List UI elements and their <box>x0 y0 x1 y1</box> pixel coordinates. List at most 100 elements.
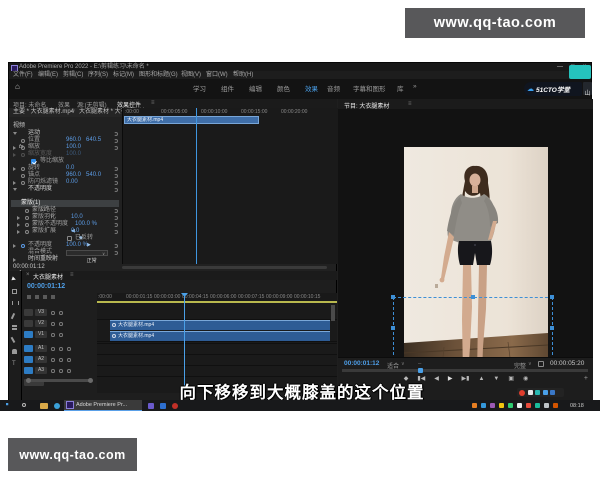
ec-playhead[interactable] <box>196 108 197 264</box>
workspace-tab-audio[interactable]: 音频 <box>327 83 340 93</box>
ec-row-opacity[interactable]: 不透明度 100.0 % <box>9 242 121 249</box>
tray-icon[interactable] <box>517 403 522 408</box>
ec-row-rotation[interactable]: 旋转 0.0 <box>9 165 121 172</box>
source-patch[interactable] <box>24 309 33 316</box>
ec-row-anchor[interactable]: 锚点 960.0 540.0 <box>9 172 121 179</box>
ec-row-scale[interactable]: 缩放 100.0 <box>9 144 121 151</box>
source-patch-active[interactable] <box>24 331 33 338</box>
timeline-hscrollbar[interactable] <box>28 379 90 382</box>
mask-handle-tl[interactable] <box>391 295 395 299</box>
reset-icon[interactable] <box>114 223 118 227</box>
selection-tool[interactable] <box>11 276 16 281</box>
reset-icon[interactable] <box>114 188 118 192</box>
mic-icon[interactable] <box>67 358 71 362</box>
snap-icon[interactable] <box>27 295 31 299</box>
toggle-track-lock-icon[interactable] <box>59 333 63 337</box>
ec-timecode[interactable]: 00:00:01:12 <box>13 264 45 270</box>
taskbar-app-icon-purple[interactable] <box>148 403 154 409</box>
source-patch-active[interactable] <box>24 345 33 352</box>
solo-track-icon[interactable] <box>59 358 63 362</box>
menu-clip[interactable]: 剪辑(C) <box>63 71 83 79</box>
panel-menu-icon[interactable]: ≡ <box>408 101 412 107</box>
ec-row-uniform-scale[interactable]: 等比缩放 <box>9 158 121 165</box>
track-label[interactable]: A1 <box>35 345 47 352</box>
workspace-tab-learning[interactable]: 学习 <box>193 83 206 93</box>
mute-track-icon[interactable] <box>51 347 55 351</box>
export-frame-icon[interactable]: ▣ <box>508 375 514 385</box>
mute-track-icon[interactable] <box>51 358 55 362</box>
ec-row-mask-opacity[interactable]: 蒙版不透明度 100.0 % <box>9 221 121 228</box>
solo-track-icon[interactable] <box>59 369 63 373</box>
step-back-icon[interactable]: ◀ <box>434 375 439 385</box>
ec-clip-bar[interactable]: 大衣腿素材.mp4 <box>124 116 259 124</box>
reset-icon[interactable] <box>114 174 118 178</box>
tab-close-icon[interactable]: × <box>26 272 30 278</box>
title-bar[interactable]: Adobe Premiere Pro 2022 - E:\剪辑练习\未命名 * … <box>9 63 591 71</box>
ec-row-mask1[interactable]: 蒙版(1) <box>9 200 121 207</box>
workspace-tab-effects-active[interactable]: 效果 <box>305 83 318 93</box>
panel-menu-icon[interactable]: ≡ <box>151 100 155 106</box>
ec-mini-timeline[interactable] <box>122 108 338 264</box>
reset-icon[interactable] <box>114 181 118 185</box>
mute-track-icon[interactable] <box>51 369 55 373</box>
menu-help[interactable]: 帮助(H) <box>233 71 253 79</box>
taskbar-app-premiere[interactable]: Adobe Premiere Pr... <box>64 400 142 411</box>
mask-handle-tr[interactable] <box>550 295 554 299</box>
timeline-settings-icon[interactable] <box>51 295 55 299</box>
mic-icon[interactable] <box>67 369 71 373</box>
extract-icon[interactable]: ▼ <box>493 375 499 385</box>
capture-upload-icon[interactable] <box>550 390 555 395</box>
reset-icon[interactable] <box>114 146 118 150</box>
home-icon[interactable]: ⌂ <box>15 82 20 91</box>
tray-icon[interactable] <box>481 403 486 408</box>
toggle-track-output-icon[interactable] <box>51 322 55 326</box>
lift-icon[interactable]: ▲ <box>478 375 484 385</box>
tray-icon[interactable] <box>544 403 549 408</box>
taskbar-clock[interactable]: 08:18 <box>570 403 584 409</box>
toggle-track-lock-icon[interactable] <box>59 311 63 315</box>
toggle-track-output-icon[interactable] <box>51 333 55 337</box>
reset-icon[interactable] <box>114 230 118 234</box>
workspace-overflow-icon[interactable]: » <box>413 83 417 90</box>
timeline-tab[interactable]: 大衣腿素材 <box>33 272 63 281</box>
ripple-edit-tool[interactable] <box>12 301 19 305</box>
ec-caret-icon[interactable]: ∨ <box>71 108 75 116</box>
tray-icon[interactable] <box>535 403 540 408</box>
program-playhead-marker[interactable] <box>418 368 423 373</box>
ec-effect-time-remap[interactable]: fx 时间重映射 <box>9 256 121 263</box>
capture-tool-icon[interactable] <box>528 390 533 395</box>
menu-edit[interactable]: 编辑(E) <box>38 71 58 79</box>
step-forward-icon[interactable]: ▶▮ <box>462 375 470 385</box>
solo-track-icon[interactable] <box>59 347 63 351</box>
settings-wrench-icon[interactable] <box>538 361 544 367</box>
menu-graphics[interactable]: 图形和标题(G) <box>139 71 178 79</box>
menu-markers[interactable]: 标记(M) <box>113 71 134 79</box>
linked-selection-icon[interactable] <box>35 295 39 299</box>
menu-sequence[interactable]: 序列(S) <box>88 71 108 79</box>
add-button[interactable]: + <box>584 375 588 382</box>
track-select-tool[interactable] <box>12 289 17 294</box>
workspace-tab-editing[interactable]: 编辑 <box>249 83 262 93</box>
ec-effect-motion[interactable]: fx 运动 <box>9 130 121 137</box>
menu-view[interactable]: 视图(V) <box>181 71 201 79</box>
reset-icon[interactable] <box>114 251 118 255</box>
capture-logo-icon[interactable] <box>519 390 525 396</box>
ec-effect-opacity[interactable]: fx 不透明度 <box>9 186 121 193</box>
slip-tool[interactable] <box>12 325 17 327</box>
start-button-icon[interactable] <box>6 403 11 408</box>
tray-icon[interactable] <box>472 403 477 408</box>
tray-icon[interactable] <box>508 403 513 408</box>
clip-v2[interactable]: 大衣腿素材.mp4 <box>110 320 330 330</box>
capture-region-icon[interactable] <box>543 390 548 395</box>
track-label[interactable]: V2 <box>35 320 47 327</box>
reset-icon[interactable] <box>114 209 118 213</box>
track-label[interactable]: V3 <box>35 309 47 316</box>
tray-icon[interactable] <box>499 403 504 408</box>
uniform-scale-checkbox[interactable] <box>31 159 36 164</box>
play-button-icon[interactable]: ▶ <box>448 375 453 385</box>
browser-icon[interactable] <box>54 403 60 409</box>
ec-row-inverted[interactable]: 已反转 <box>9 235 121 242</box>
program-scrubber[interactable] <box>342 369 588 372</box>
tray-icon[interactable] <box>490 403 495 408</box>
reset-icon[interactable] <box>114 139 118 143</box>
